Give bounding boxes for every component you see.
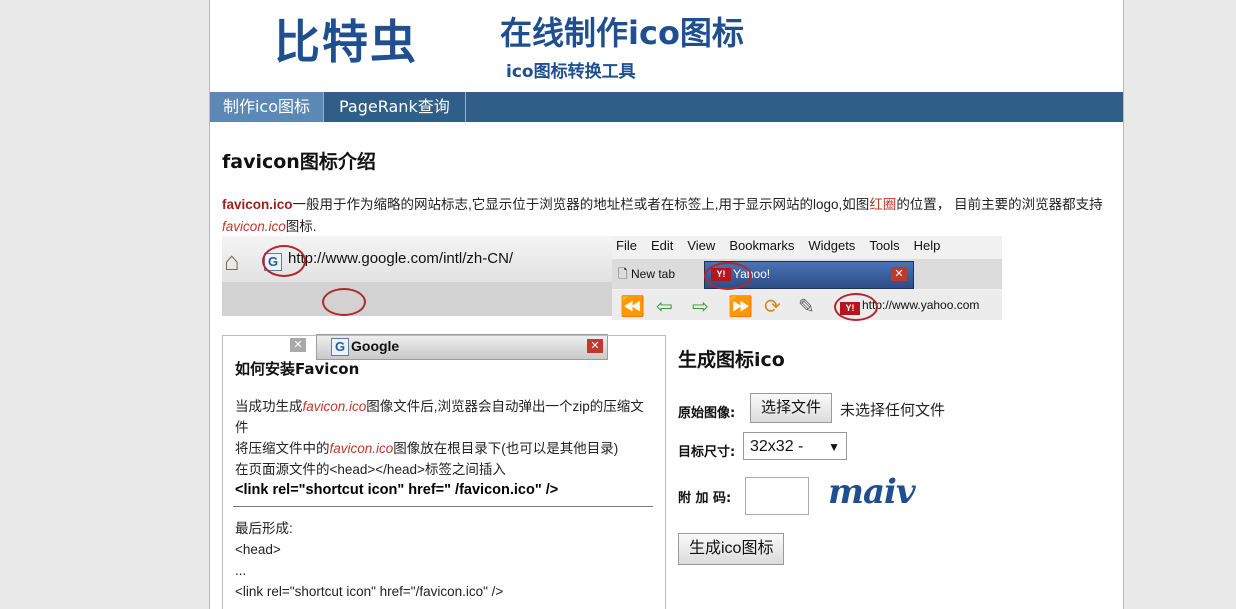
menu-edit: Edit (650, 238, 674, 253)
install-steps: 当成功生成favicon.ico图像文件后,浏览器会自动弹出一个zip的压缩文件… (235, 396, 653, 501)
install-snippet: <link rel="shortcut icon" href=" /favico… (235, 482, 559, 498)
code-line-2: ... (235, 563, 247, 578)
generate-ico-button[interactable]: 生成ico图标 (678, 533, 785, 565)
reload-icon: ⟳ (764, 296, 781, 318)
menu-view: View (687, 238, 716, 253)
back-arrow-icon: ⇦ (656, 296, 673, 318)
step-1-italic: favicon.ico (302, 399, 367, 414)
divider (233, 506, 653, 507)
no-file-text: 未选择任何文件 (840, 402, 946, 419)
menu-help: Help (913, 238, 941, 253)
rewind-icon: ⏪ (620, 296, 645, 318)
new-tab-icon: 🗋 (618, 267, 628, 281)
final-code: 最后形成: <head> ... <link rel="shortcut ico… (235, 518, 503, 602)
step-2-italic: favicon.ico (329, 441, 394, 456)
intro-text-1: 一般用于作为缩略的网站标志,它显示位于浏览器的地址栏或者在标签上,用于显示网站的… (292, 197, 870, 212)
target-size-value: 32x32 - (750, 438, 804, 455)
red-circle-text: 红圈 (869, 197, 897, 212)
favicon-term-italic: favicon.ico (222, 219, 286, 234)
menu-tools: Tools (869, 238, 900, 253)
new-tab: 🗋 New tab (618, 263, 675, 285)
favicon-intro-text: favicon.ico一般用于作为缩略的网站标志,它显示位于浏览器的地址栏或者在… (222, 194, 1112, 238)
site-logo[interactable]: 比特虫 (274, 6, 418, 72)
red-circle-marker (262, 245, 306, 277)
page-container: 比特虫 在线制作ico图标 ico图标转换工具 制作ico图标 PageRank… (209, 0, 1124, 609)
choose-file-button[interactable]: 选择文件 (750, 393, 833, 423)
red-circle-marker (704, 262, 752, 290)
step-2-text-a: 将压缩文件中的 (235, 441, 330, 456)
yahoo-browser: File Edit View Bookmarks Widgets Tools Help 🗋 … (612, 236, 1002, 321)
code-line-1: <head> (235, 542, 281, 557)
red-circle-marker (322, 288, 366, 316)
code-line-3: <link rel="shortcut icon" href="/favicon… (235, 584, 504, 599)
step-2-text-b: 图像放在根目录下(也可以是其他目录) (393, 441, 619, 456)
captcha-image[interactable]: maiv (828, 472, 916, 512)
tab-close-icon: ✕ (891, 267, 907, 281)
main-nav: 制作ico图标 PageRank查询 (210, 92, 1123, 122)
install-step-2: 将压缩文件中的favicon.ico图像放在根目录下(也可以是其他目录) (235, 438, 653, 459)
google-tab-bar: ✕ G Google ✕ (222, 282, 612, 360)
home-icon: ⌂ (224, 246, 240, 276)
nav-item-make-ico[interactable]: 制作ico图标 (210, 92, 324, 122)
yahoo-tab-bar: 🗋 New tab Y! Yahoo! ✕ (612, 259, 1002, 290)
favicon-term: favicon.ico (222, 197, 293, 212)
captcha-input[interactable] (745, 477, 809, 515)
yahoo-toolbar: ⏪ ⇦ ⇨ ⏩ ⟳ ✎ Y! http://www.yahoo.com (612, 290, 1002, 321)
menu-file: File (616, 238, 637, 253)
intro-text-2: 的位置， 目前主要的浏览器都支持 (896, 197, 1103, 212)
captcha-label: 附 加 码: (678, 491, 732, 506)
google-address-bar: ⌂ Ghttp://www.google.com/intl/zh-CN/ (222, 236, 612, 283)
source-image-label: 原始图像: (678, 406, 736, 421)
yahoo-menu-bar: File Edit View Bookmarks Widgets Tools Help (616, 238, 954, 253)
install-step-1: 当成功生成favicon.ico图像文件后,浏览器会自动弹出一个zip的压缩文件 (235, 396, 653, 438)
intro-text-3: 图标. (285, 219, 317, 234)
install-step-3: 在页面源文件的<head></head>标签之间插入 (235, 462, 506, 477)
nav-item-pagerank[interactable]: PageRank查询 (324, 92, 466, 122)
site-title: 在线制作ico图标 (500, 14, 744, 52)
google-url-text: http://www.google.com/intl/zh-CN/ (288, 250, 514, 267)
final-label: 最后形成: (235, 521, 293, 536)
chevron-down-icon: ▼ (828, 440, 840, 454)
menu-bookmarks: Bookmarks (729, 238, 795, 253)
red-circle-marker (834, 293, 878, 321)
site-subtitle: ico图标转换工具 (506, 62, 636, 82)
fast-forward-icon: ⏩ (728, 296, 753, 318)
target-size-label: 目标尺寸: (678, 445, 736, 460)
step-1-text-a: 当成功生成 (235, 399, 303, 414)
favicon-demo-image: ⌂ Ghttp://www.google.com/intl/zh-CN/ ✕ G… (222, 236, 1002, 360)
favicon-intro-heading: favicon图标介绍 (222, 151, 376, 173)
pen-icon: ✎ (798, 296, 815, 318)
yahoo-url-text: http://www.yahoo.com (862, 298, 980, 312)
generate-ico-heading: 生成图标ico (678, 349, 785, 371)
target-size-select[interactable]: 32x32 - ▼ (743, 432, 847, 460)
forward-arrow-icon: ⇨ (692, 296, 709, 318)
install-instructions-box: 如何安装Favicon 当成功生成favicon.ico图像文件后,浏览器会自动… (222, 335, 666, 609)
menu-widgets: Widgets (808, 238, 856, 253)
install-heading: 如何安装Favicon (235, 360, 360, 378)
new-tab-label: New tab (631, 267, 676, 281)
